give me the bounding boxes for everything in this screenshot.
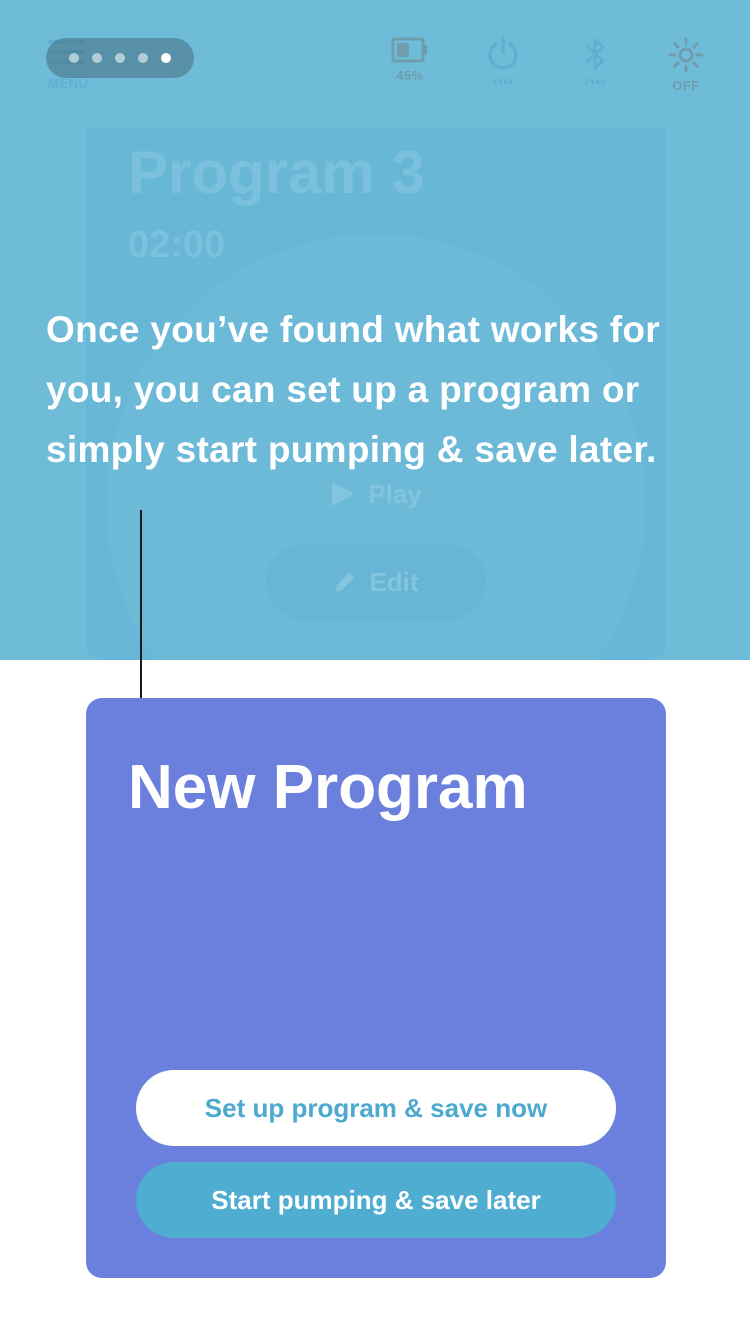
page-indicator bbox=[46, 38, 194, 78]
page-dot-active[interactable] bbox=[161, 53, 171, 63]
page-dot[interactable] bbox=[69, 53, 79, 63]
setup-program-button[interactable]: Set up program & save now bbox=[136, 1070, 616, 1146]
page-dot[interactable] bbox=[115, 53, 125, 63]
new-program-title: New Program bbox=[128, 753, 528, 822]
page-dot[interactable] bbox=[138, 53, 148, 63]
onboarding-tip-text: Once you’ve found what works for you, yo… bbox=[46, 309, 661, 470]
start-pumping-button[interactable]: Start pumping & save later bbox=[136, 1162, 616, 1238]
new-program-card: New Program Set up program & save now St… bbox=[86, 698, 666, 1278]
page-dot[interactable] bbox=[92, 53, 102, 63]
